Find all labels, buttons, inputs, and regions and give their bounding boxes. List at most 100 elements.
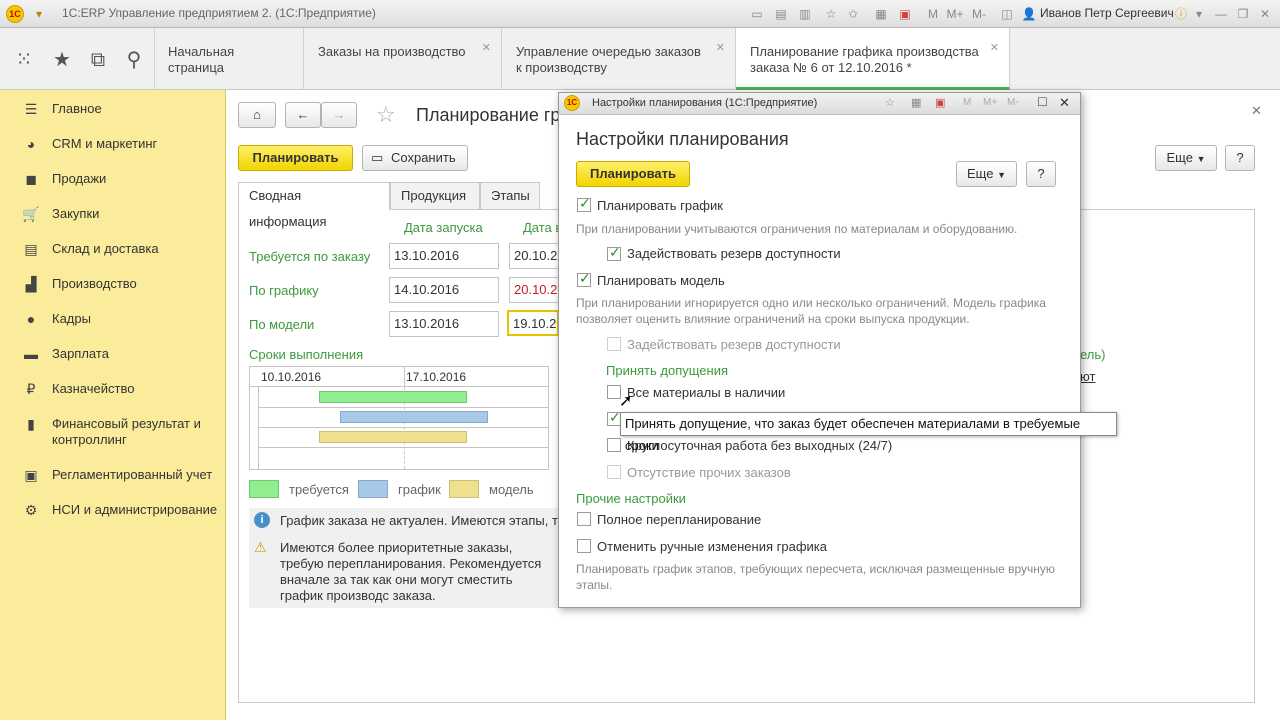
sidebar-item-label: НСИ и администрирование [52,502,218,517]
favorites-star-icon[interactable]: ★ [44,42,80,78]
panel-toggle-icon[interactable]: ◫ [998,5,1016,23]
back-button[interactable]: ← [285,102,321,128]
plan-schedule-checkbox[interactable] [577,195,591,212]
favorite-star-icon[interactable]: ☆ [376,102,396,128]
chevron-down-icon[interactable]: ▾ [1190,5,1208,23]
other-settings-title: Прочие настройки [576,491,686,506]
all-materials-label[interactable]: Все материалы в наличии [627,385,785,400]
maximize-icon[interactable]: ☐ [1037,95,1048,109]
plan-model-label[interactable]: Планировать модель [597,273,725,288]
dialog-heading: Настройки планирования [576,129,789,149]
materials-assumption-checkbox[interactable] [607,409,621,426]
row-label-schedule: По графику [249,283,319,298]
sidebar-item-label: Производство [52,276,137,291]
search-icon[interactable]: ⚲ [116,42,152,78]
form-close-icon[interactable]: ✕ [1251,103,1262,119]
apps-grid-icon[interactable]: ⁙ [6,42,42,78]
model-start-field[interactable]: 13.10.2016 [389,311,499,337]
model-use-reserve-checkbox[interactable] [607,337,621,351]
tab-stages[interactable]: Этапы [480,182,540,210]
cancel-manual-checkbox[interactable] [577,539,591,553]
tab-production-orders[interactable]: Заказы на производство ✕ [304,28,502,90]
warehouse-icon: ▤ [24,241,38,257]
memory-m-icon[interactable]: M [963,97,971,108]
dialog-help-button[interactable]: ? [1026,161,1056,187]
tooltip: Принять допущение, что заказ будет обесп… [620,412,1117,453]
plan-button[interactable]: Планировать [238,145,353,171]
full-replan-label[interactable]: Полное перепланирование [597,512,761,527]
calendar-icon[interactable]: ▣ [935,96,945,109]
cancel-manual-label[interactable]: Отменить ручные изменения графика [597,539,827,554]
required-start-field[interactable]: 13.10.2016 [389,243,499,269]
more-button-label: Еще [1166,150,1193,165]
schedule-start-field[interactable]: 14.10.2016 [389,277,499,303]
memory-minus-icon[interactable]: M- [1007,97,1019,108]
right-fragment-link[interactable]: ют [1080,369,1095,384]
tab-order-queue[interactable]: Управление очередью заказов к производст… [502,28,736,90]
sidebar-item-label: Продажи [52,171,107,186]
round-clock-checkbox[interactable] [607,438,621,452]
tab-home[interactable]: Начальная страница [154,28,304,90]
tab-schedule-planning[interactable]: Планирование графика производства заказа… [736,28,1010,90]
no-other-orders-checkbox[interactable] [607,465,621,479]
required-release-field[interactable]: 20.10.20 [509,243,559,269]
plan-model-checkbox[interactable] [577,270,591,287]
restore-icon[interactable]: ❐ [1234,5,1252,23]
close-icon[interactable]: ✕ [1256,5,1274,23]
history-icon[interactable]: ⧉ [80,42,116,78]
tab-close-icon[interactable]: ✕ [716,40,725,56]
chevron-down-icon: ▼ [997,170,1006,180]
tab-close-icon[interactable]: ✕ [990,40,999,56]
use-reserve-label[interactable]: Задействовать резерв доступности [627,246,841,261]
warning-message: Имеются более приоритетные заказы, требу… [280,540,542,603]
use-reserve-checkbox[interactable] [607,244,621,261]
star-icon[interactable]: ✩ [844,5,862,23]
info-message: График заказа не актуален. Имеются этапы… [280,513,558,528]
bottom-hint: Планировать график этапов, требующих пер… [576,562,1055,592]
arrow-right-icon: → [332,107,346,122]
more-button-label: Еще [967,166,994,181]
row-label-model: По модели [249,317,315,332]
calculator-icon[interactable]: ▦ [911,96,921,109]
memory-minus-icon[interactable]: M- [970,5,988,23]
calculator-icon[interactable]: ▦ [872,5,890,23]
memory-m-icon[interactable]: M [924,5,942,23]
model-release-field[interactable]: 19.10.20 [507,310,559,336]
factory-icon: ▟ [25,276,37,292]
main-menu-icon[interactable]: ▾ [30,5,48,23]
arrow-left-icon: ← [296,107,310,122]
calendar-icon[interactable]: ▣ [896,5,914,23]
print-icon[interactable]: ▤ [772,5,790,23]
home-button[interactable]: ⌂ [238,102,276,128]
dialog-close-icon[interactable]: ✕ [1059,95,1070,111]
info-icon[interactable]: ⓘ [1172,5,1190,23]
print-preview-icon[interactable]: ▥ [796,5,814,23]
legend-label-model: модель [489,482,534,497]
plan-schedule-label[interactable]: Планировать график [597,198,723,213]
schedule-release-field[interactable]: 20.10.20 [509,277,559,303]
legend-swatch-schedule [358,480,388,498]
favorites-add-icon[interactable]: ☆ [822,5,840,23]
dialog-plan-button[interactable]: Планировать [576,161,690,187]
full-replan-checkbox[interactable] [577,512,591,526]
dialog-more-button[interactable]: Еще ▼ [956,161,1017,187]
model-use-reserve-label[interactable]: Задействовать резерв доступности [627,337,841,352]
star-icon[interactable]: ☆ [885,96,895,109]
memory-plus-icon[interactable]: M+ [983,97,997,108]
tab-products[interactable]: Продукция [390,182,480,210]
tab-close-icon[interactable]: ✕ [482,40,491,56]
round-clock-label[interactable]: Круглосуточная работа без выходных (24/7… [627,438,892,453]
sidebar-item-label: Финансовый результат и контроллинг [52,416,201,447]
save-button[interactable]: ▭ Сохранить [362,145,468,171]
user-name[interactable]: Иванов Петр Сергеевич [1040,6,1174,20]
more-button[interactable]: Еще ▼ [1155,145,1217,171]
memory-plus-icon[interactable]: M+ [946,5,964,23]
forward-button[interactable]: → [321,102,357,128]
minimize-icon[interactable]: — [1212,5,1230,23]
save-icon[interactable]: ▭ [748,5,766,23]
sidebar-item-label: Зарплата [52,346,109,361]
help-button[interactable]: ? [1225,145,1255,171]
tab-summary[interactable]: Сводная информация [238,182,390,229]
no-other-orders-label[interactable]: Отсутствие прочих заказов [627,465,791,480]
list-icon: ▬ [24,346,38,362]
